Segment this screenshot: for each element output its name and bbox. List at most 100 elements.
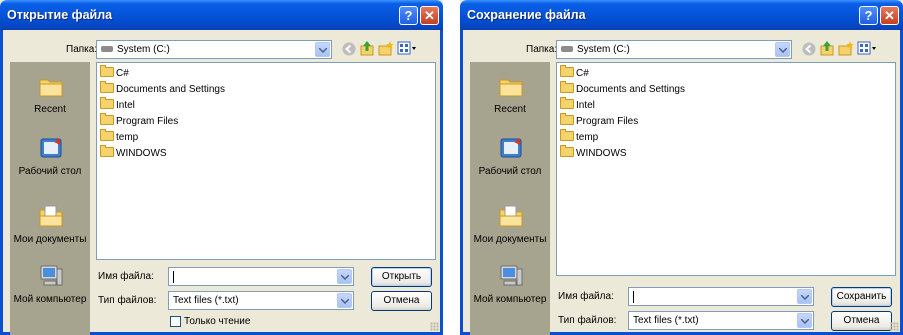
file-name: C# [116,68,129,79]
filename-label: Имя файла: [98,271,154,282]
place-label: Мой компьютер [473,294,547,305]
place-my-computer[interactable]: Мой компьютер [470,262,550,328]
folder-icon [100,81,114,93]
places-bar: Recent Рабочий стол Мои документы Мой ко… [10,62,90,335]
places-bar: Recent Рабочий стол Мои документы Мой ко… [470,62,550,335]
new-folder-icon[interactable] [838,40,854,56]
new-folder-icon[interactable] [378,40,394,56]
file-name: Documents and Settings [116,84,225,95]
folder-icon [100,65,114,77]
place-label: Мои документы [473,234,547,245]
text-caret [633,291,634,303]
up-folder-icon[interactable] [819,40,835,56]
up-folder-icon[interactable] [359,40,375,56]
window-frame [0,30,3,335]
list-item[interactable]: temp [560,129,599,145]
drive-icon [561,46,573,52]
list-item[interactable]: temp [100,129,138,145]
chevron-down-icon[interactable] [797,289,812,304]
close-button[interactable]: ✕ [420,6,439,25]
dialog-title: Сохранение файла [467,8,586,22]
place-label: Рабочий стол [478,166,542,177]
recent-folder-icon [39,79,63,97]
readonly-checkbox[interactable] [170,316,181,327]
chevron-down-icon[interactable] [797,313,812,328]
place-my-computer[interactable]: Мой компьютер [10,262,90,328]
list-item[interactable]: C# [100,65,129,81]
help-button[interactable]: ? [399,6,418,25]
list-item[interactable]: WINDOWS [100,145,167,161]
folder-icon [100,97,114,109]
chevron-down-icon[interactable] [315,42,330,57]
place-recent[interactable]: Recent [470,62,550,122]
file-list[interactable]: C# Documents and Settings Intel Program … [556,62,896,276]
list-item[interactable]: Documents and Settings [560,81,685,97]
desktop-icon [40,138,62,158]
title-bar[interactable]: Сохранение файла ? ✕ [460,0,903,30]
list-item[interactable]: C# [560,65,589,81]
close-button[interactable]: ✕ [880,6,899,25]
filetype-dropdown[interactable]: Text files (*.txt) [168,291,354,310]
folder-label: Папка: [526,44,558,55]
folder-dropdown[interactable]: System (C:) [556,40,792,59]
folder-icon [560,129,574,141]
chevron-down-icon[interactable] [337,293,352,308]
help-button[interactable]: ? [859,6,878,25]
chevron-down-icon[interactable] [775,42,790,57]
place-desktop[interactable]: Рабочий стол [10,126,90,186]
resize-grip[interactable] [430,322,439,331]
place-recent[interactable]: Recent [10,62,90,122]
list-item[interactable]: Program Files [100,113,179,129]
filetype-label: Тип файлов: [558,315,617,326]
text-caret [173,271,174,283]
recent-folder-icon [499,79,523,97]
my-computer-icon [40,265,63,286]
file-name: Documents and Settings [576,84,685,95]
list-item[interactable]: Intel [560,97,595,113]
list-item[interactable]: Program Files [560,113,639,129]
back-arrow-icon[interactable] [801,41,817,57]
folder-icon [560,97,574,109]
save-file-dialog: Сохранение файла ? ✕ Папка: System (C:) … [460,0,903,335]
title-bar[interactable]: Открытие файла ? ✕ [0,0,443,30]
resize-grip[interactable] [890,322,899,331]
file-name: Program Files [576,116,639,127]
open-file-dialog: Открытие файла ? ✕ Папка: System (C:) Re… [0,0,443,335]
my-documents-icon [499,205,523,227]
window-frame [460,30,463,335]
folder-dropdown[interactable]: System (C:) [96,40,332,59]
views-menu-icon[interactable] [397,40,417,56]
folder-value: System (C:) [117,44,170,55]
list-item[interactable]: Documents and Settings [100,81,225,97]
place-desktop[interactable]: Рабочий стол [470,126,550,186]
chevron-down-icon[interactable] [337,269,352,284]
filetype-value: Text files (*.txt) [633,315,699,326]
dialog-title: Открытие файла [7,8,113,22]
list-item[interactable]: Intel [100,97,135,113]
file-name: Intel [576,100,595,111]
file-name: Intel [116,100,135,111]
save-button[interactable]: Сохранить [831,287,892,307]
folder-icon [560,81,574,93]
place-my-documents[interactable]: Мои документы [10,198,90,258]
filename-input[interactable] [168,267,354,286]
folder-icon [560,65,574,77]
place-label: Мои документы [13,234,87,245]
cancel-button[interactable]: Отмена [831,311,892,331]
filename-input[interactable] [628,287,814,306]
file-name: temp [576,132,599,143]
place-label: Мой компьютер [13,294,87,305]
filetype-dropdown[interactable]: Text files (*.txt) [628,311,814,330]
folder-icon [560,113,574,125]
open-button[interactable]: Открыть [371,267,432,287]
list-item[interactable]: WINDOWS [560,145,627,161]
place-my-documents[interactable]: Мои документы [470,198,550,258]
file-name: Program Files [116,116,179,127]
cancel-button[interactable]: Отмена [371,291,432,311]
desktop-icon [500,138,522,158]
views-menu-icon[interactable] [857,40,877,56]
back-arrow-icon[interactable] [341,41,357,57]
folder-icon [100,145,114,157]
file-name: C# [576,68,589,79]
file-list[interactable]: C# Documents and Settings Intel Program … [96,62,436,260]
